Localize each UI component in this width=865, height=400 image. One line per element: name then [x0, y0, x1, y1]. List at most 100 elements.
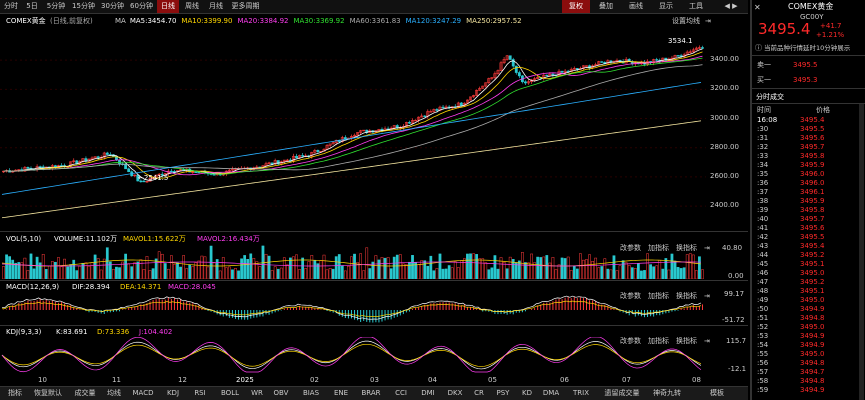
- volume-bar: [78, 265, 82, 279]
- trade-price: 3495.1: [800, 287, 825, 295]
- template-button[interactable]: 模板: [706, 387, 728, 400]
- volume-bar: [38, 262, 42, 279]
- collapse-icon[interactable]: ⇥: [705, 17, 711, 26]
- bottom-tab-11[interactable]: ENE: [329, 387, 353, 400]
- volume-bar: [487, 269, 491, 279]
- volume-bar: [5, 254, 8, 279]
- bottom-tab-17[interactable]: PSY: [491, 387, 515, 400]
- bottom-tab-5[interactable]: KDJ: [161, 387, 185, 400]
- bottom-tab-7[interactable]: BOLL: [215, 387, 245, 400]
- price-tick-5: 2400.00: [710, 201, 739, 210]
- macd-value: MACD:28.045: [168, 283, 216, 291]
- volume-bar: [343, 270, 347, 279]
- volume-bar: [643, 270, 646, 279]
- bottom-tab-15[interactable]: DKX: [443, 387, 467, 400]
- candle-body: [194, 171, 198, 174]
- bottom-tab-20[interactable]: TRIX: [566, 387, 596, 400]
- volume-bar: [191, 266, 195, 279]
- period-7[interactable]: 周线: [181, 0, 203, 13]
- toolbar-right-0[interactable]: 复权: [562, 0, 590, 13]
- trade-row: :39 3495.8: [752, 206, 858, 215]
- bottom-tab-21[interactable]: 遗留成交量: [599, 387, 645, 400]
- bottom-tab-10[interactable]: BIAS: [296, 387, 326, 400]
- volume-bar: [603, 258, 607, 279]
- bottom-tab-19[interactable]: DMA: [539, 387, 563, 400]
- candle-body: [105, 152, 109, 155]
- volume-bar: [331, 268, 335, 279]
- trade-time: :33: [757, 152, 769, 160]
- candle-body: [514, 65, 518, 73]
- kdj-chart[interactable]: [0, 337, 748, 373]
- chart-title: COMEX黄金: [6, 17, 46, 25]
- volume-bar: [563, 258, 567, 279]
- bottom-tab-22[interactable]: 神奇九转: [648, 387, 686, 400]
- volume-bar: [179, 266, 182, 279]
- toolbar-right-1[interactable]: 叠加: [592, 0, 620, 13]
- candlestick-chart[interactable]: 3534.1 ←2541.5: [0, 28, 748, 228]
- trade-time: :31: [757, 134, 769, 142]
- date-tick-2: 12: [178, 376, 187, 384]
- trade-time: :50: [757, 305, 769, 313]
- trade-price: 3495.7: [800, 143, 825, 151]
- volume-bar: [618, 265, 622, 279]
- volume-bar: [267, 255, 271, 279]
- volume-bar: [508, 256, 512, 279]
- toolbar-right-3[interactable]: 显示: [652, 0, 680, 13]
- ma120-line: [1, 82, 702, 195]
- ma-settings-button[interactable]: 设置均线: [672, 17, 700, 26]
- trade-row: :32 3495.7: [752, 143, 858, 152]
- period-3[interactable]: 15分钟: [70, 0, 97, 13]
- period-0[interactable]: 分时: [2, 0, 20, 13]
- period-9[interactable]: 更多周期: [229, 0, 262, 13]
- bottom-tab-12[interactable]: BRAR: [356, 387, 386, 400]
- period-5[interactable]: 60分钟: [128, 0, 155, 13]
- period-toolbar: 分时 5日 5分钟 15分钟 30分钟 60分钟 日线 周线 月线 更多周期 复权 叠加 画线 显示 工具 ◀…: [0, 0, 748, 14]
- period-2[interactable]: 5分钟: [44, 0, 68, 13]
- volume-bar: [350, 256, 353, 279]
- period-1[interactable]: 5日: [22, 0, 42, 13]
- period-6[interactable]: 日线: [157, 0, 179, 13]
- bottom-tab-8[interactable]: WR: [248, 387, 266, 400]
- scrollbar[interactable]: [859, 104, 864, 400]
- volume-bar: [481, 258, 485, 279]
- volume-chart[interactable]: [0, 245, 748, 279]
- toolbar-right-4[interactable]: 工具: [682, 0, 710, 13]
- volume-bar: [545, 255, 549, 279]
- date-axis: 10 11 12 2025 02 03 04 05 06 07 08: [0, 375, 748, 385]
- period-4[interactable]: 30分钟: [99, 0, 126, 13]
- volume-bar: [682, 267, 686, 279]
- nav-arrows-icon[interactable]: ◀ ▶: [718, 0, 744, 13]
- volume-bar: [8, 256, 12, 279]
- period-8[interactable]: 月线: [205, 0, 227, 13]
- toolbar-right-2[interactable]: 画线: [622, 0, 650, 13]
- bottom-tab-3[interactable]: 均线: [103, 387, 125, 400]
- volume-bar: [145, 256, 149, 279]
- volume-bar: [108, 261, 112, 279]
- candle-body: [441, 106, 445, 109]
- macd-chart[interactable]: [0, 292, 748, 324]
- bottom-tab-2[interactable]: 成交量: [70, 387, 100, 400]
- volume-bar: [417, 264, 420, 279]
- volume-bar: [154, 258, 158, 279]
- date-tick-10: 08: [692, 376, 701, 384]
- volume-bar: [26, 270, 30, 279]
- bottom-tab-16[interactable]: CR: [470, 387, 488, 400]
- bottom-tab-4[interactable]: MACD: [128, 387, 158, 400]
- volume-bar: [148, 270, 152, 279]
- volume-bar: [328, 268, 332, 279]
- bottom-tab-1[interactable]: 恢复默认: [29, 387, 67, 400]
- bottom-tab-6[interactable]: RSI: [188, 387, 212, 400]
- volume-bar: [496, 268, 500, 279]
- bottom-tab-9[interactable]: OBV: [269, 387, 293, 400]
- volume-bar: [127, 263, 131, 279]
- candle-body: [459, 102, 463, 107]
- volume-bar: [426, 265, 430, 279]
- bottom-tab-18[interactable]: KD: [518, 387, 536, 400]
- volume-bar: [670, 253, 674, 279]
- volume-bar: [337, 254, 341, 279]
- bottom-tab-14[interactable]: DMI: [416, 387, 440, 400]
- bottom-tab-13[interactable]: CCI: [389, 387, 413, 400]
- close-icon[interactable]: ✕: [754, 3, 761, 12]
- trade-price: 3494.9: [800, 305, 825, 313]
- trade-time: :39: [757, 206, 769, 214]
